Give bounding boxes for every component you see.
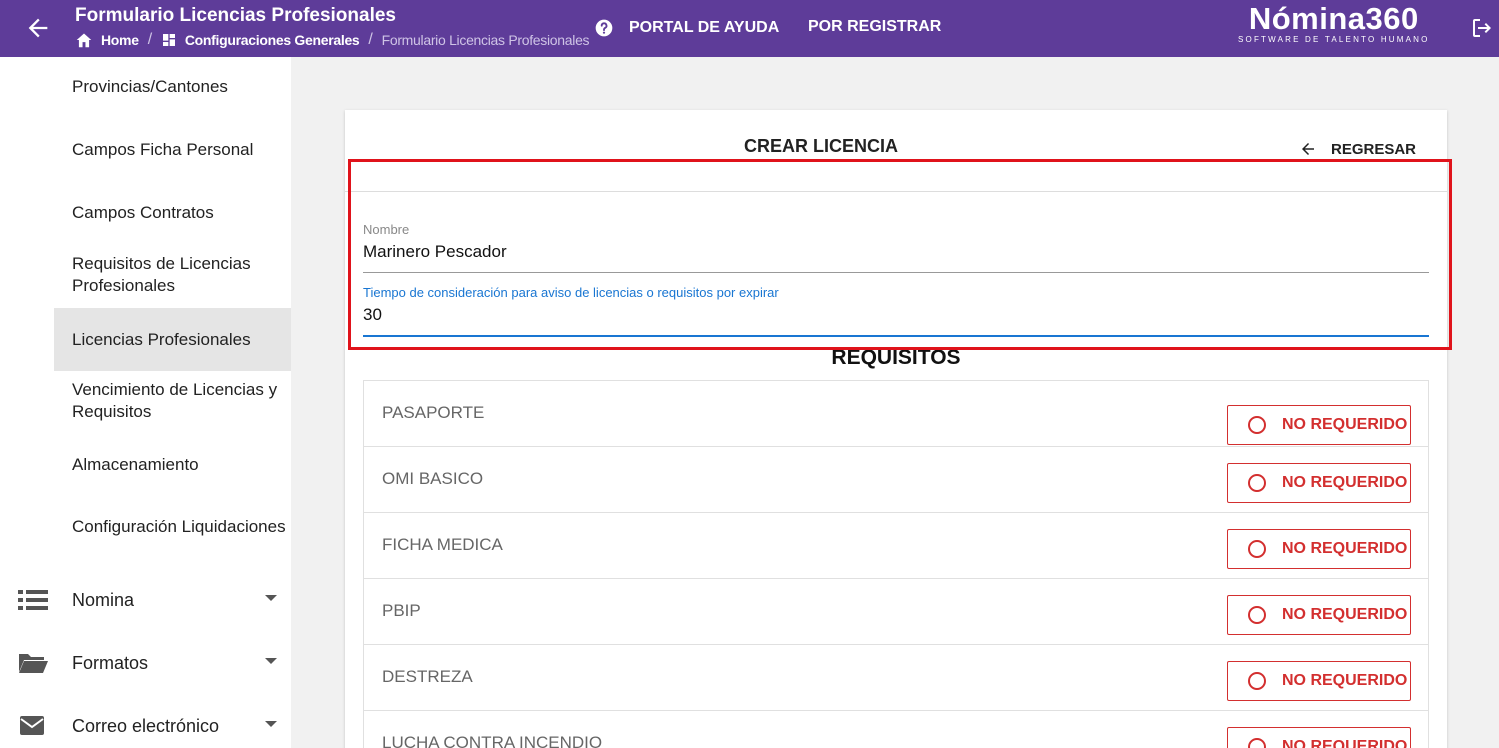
expiry-time-input-underline: [363, 335, 1429, 337]
sidebar-item-label: Vencimiento de Licencias y Requisitos: [72, 380, 278, 421]
divider: [345, 191, 1447, 192]
card-title: CREAR LICENCIA: [743, 136, 898, 156]
toggle-label: NO REQUERIDO: [1282, 672, 1408, 689]
radio-circle-icon: [1248, 606, 1266, 624]
mail-icon: [20, 716, 44, 735]
not-required-toggle[interactable]: NO REQUERIDO: [1227, 529, 1411, 569]
sidebar-item-label: Provincias/Cantones: [72, 77, 228, 96]
dashboard-icon: [162, 34, 175, 46]
not-required-toggle[interactable]: NO REQUERIDO: [1227, 463, 1411, 503]
expiry-time-field-label: Tiempo de consideración para aviso de li…: [363, 285, 779, 300]
radio-circle-icon: [1248, 540, 1266, 558]
chevron-down-icon: [265, 658, 277, 664]
sidebar-item-campos-ficha[interactable]: Campos Ficha Personal: [54, 127, 291, 173]
folder-icon: [19, 654, 48, 673]
radio-circle-icon: [1248, 474, 1266, 492]
back-button-label: REGRESAR: [1331, 140, 1417, 158]
sidebar-item-campos-contratos[interactable]: Campos Contratos: [54, 190, 291, 236]
breadcrumb-separator: /: [368, 31, 373, 48]
toggle-label: NO REQUERIDO: [1282, 738, 1408, 748]
list-item: DESTREZA NO REQUERIDO: [364, 645, 1428, 711]
name-field-label: Nombre: [363, 222, 410, 237]
sidebar: Provincias/Cantones Campos Ficha Persona…: [0, 57, 291, 748]
breadcrumb-config-label: Configuraciones Generales: [184, 32, 360, 48]
sidebar-item-provincias[interactable]: Provincias/Cantones: [54, 64, 291, 110]
requirement-name: FICHA MEDICA: [382, 535, 503, 554]
help-portal-button[interactable]: PORTAL DE AYUDA: [594, 18, 779, 38]
not-required-toggle[interactable]: NO REQUERIDO: [1227, 595, 1411, 635]
requirement-name: PBIP: [382, 601, 421, 620]
top-app-bar: Formulario Licencias Profesionales Home …: [0, 0, 1499, 57]
radio-circle-icon: [1248, 416, 1266, 434]
requirements-list: PASAPORTE NO REQUERIDO OMI BASICO NO REQ…: [363, 380, 1429, 748]
name-input-underline: [363, 272, 1429, 273]
breadcrumb-home-label: Home: [101, 32, 139, 48]
list-icon: [18, 590, 48, 610]
pending-register-button[interactable]: POR REGISTRAR: [808, 18, 941, 36]
sidebar-item-label: Campos Ficha Personal: [72, 140, 254, 159]
home-icon: [76, 33, 92, 48]
sidebar-menu-correo[interactable]: Correo electrónico: [0, 701, 291, 748]
breadcrumb-config[interactable]: Configuraciones Generales: [161, 32, 360, 48]
sidebar-menu-label: Correo electrónico: [72, 715, 220, 736]
help-portal-label: PORTAL DE AYUDA: [629, 19, 780, 36]
not-required-toggle[interactable]: NO REQUERIDO: [1227, 661, 1411, 701]
sidebar-item-almacenamiento[interactable]: Almacenamiento: [54, 442, 291, 488]
sidebar-item-vencimiento[interactable]: Vencimiento de Licencias y Requisitos: [54, 376, 291, 426]
not-required-toggle[interactable]: NO REQUERIDO: [1227, 727, 1411, 748]
sidebar-item-label: Campos Contratos: [72, 203, 214, 222]
requirement-name: PASAPORTE: [382, 403, 485, 422]
sidebar-menu-label: Formatos: [72, 652, 149, 673]
sidebar-menu-formatos[interactable]: Formatos: [0, 638, 291, 688]
sidebar-item-label: Configuración Liquidaciones: [72, 517, 286, 536]
list-item: PASAPORTE NO REQUERIDO: [364, 381, 1428, 447]
expiry-time-input[interactable]: [363, 302, 1429, 328]
list-item: LUCHA CONTRA INCENDIO NO REQUERIDO: [364, 711, 1428, 748]
chevron-down-icon: [265, 721, 277, 727]
arrow-left-icon: [1302, 143, 1314, 155]
sidebar-item-label: Almacenamiento: [72, 455, 199, 474]
sidebar-item-liquidaciones[interactable]: Configuración Liquidaciones: [54, 502, 291, 552]
name-input[interactable]: [363, 239, 1429, 265]
logo-tagline: SOFTWARE DE TALENTO HUMANO: [1238, 35, 1430, 44]
toggle-label: NO REQUERIDO: [1282, 606, 1408, 623]
logo-text: Nómina360: [1248, 1, 1419, 36]
sidebar-item-requisitos-licencias[interactable]: Requisitos de Licencias Profesionales: [54, 250, 291, 300]
toggle-label: NO REQUERIDO: [1282, 540, 1408, 557]
logout-icon[interactable]: [1470, 16, 1494, 40]
radio-circle-icon: [1248, 672, 1266, 690]
create-license-card: CREAR LICENCIA REGRESAR Nombre Tiempo de…: [345, 110, 1447, 748]
chevron-down-icon: [265, 595, 277, 601]
sidebar-menu-label: Nomina: [72, 589, 135, 610]
breadcrumb-home[interactable]: Home: [75, 32, 139, 48]
breadcrumb-separator: /: [147, 31, 152, 48]
toggle-label: NO REQUERIDO: [1282, 416, 1408, 433]
not-required-toggle[interactable]: NO REQUERIDO: [1227, 405, 1411, 445]
breadcrumb-current: Formulario Licencias Profesionales: [381, 32, 590, 48]
brand-logo: Nómina360 SOFTWARE DE TALENTO HUMANO: [1238, 3, 1430, 45]
requirement-name: DESTREZA: [382, 667, 473, 686]
sidebar-item-label: Licencias Profesionales: [72, 329, 251, 349]
toggle-label: NO REQUERIDO: [1282, 474, 1408, 491]
list-item: PBIP NO REQUERIDO: [364, 579, 1428, 645]
sidebar-item-label: Requisitos de Licencias Profesionales: [72, 254, 251, 295]
list-item: FICHA MEDICA NO REQUERIDO: [364, 513, 1428, 579]
requirement-name: OMI BASICO: [382, 469, 484, 488]
sidebar-item-licencias-profesionales[interactable]: Licencias Profesionales: [54, 308, 291, 371]
help-icon: [595, 19, 613, 37]
list-item: OMI BASICO NO REQUERIDO: [364, 447, 1428, 513]
breadcrumb: Home / Configuraciones Generales / Formu…: [75, 31, 590, 49]
radio-circle-icon: [1248, 738, 1266, 748]
back-arrow-icon[interactable]: [24, 14, 52, 42]
back-button[interactable]: REGRESAR: [1299, 140, 1416, 158]
requirement-name: LUCHA CONTRA INCENDIO: [382, 733, 603, 748]
requirements-title: REQUISITOS: [831, 346, 961, 369]
page-title: Formulario Licencias Profesionales: [75, 5, 396, 26]
sidebar-menu-nomina[interactable]: Nomina: [0, 575, 291, 625]
